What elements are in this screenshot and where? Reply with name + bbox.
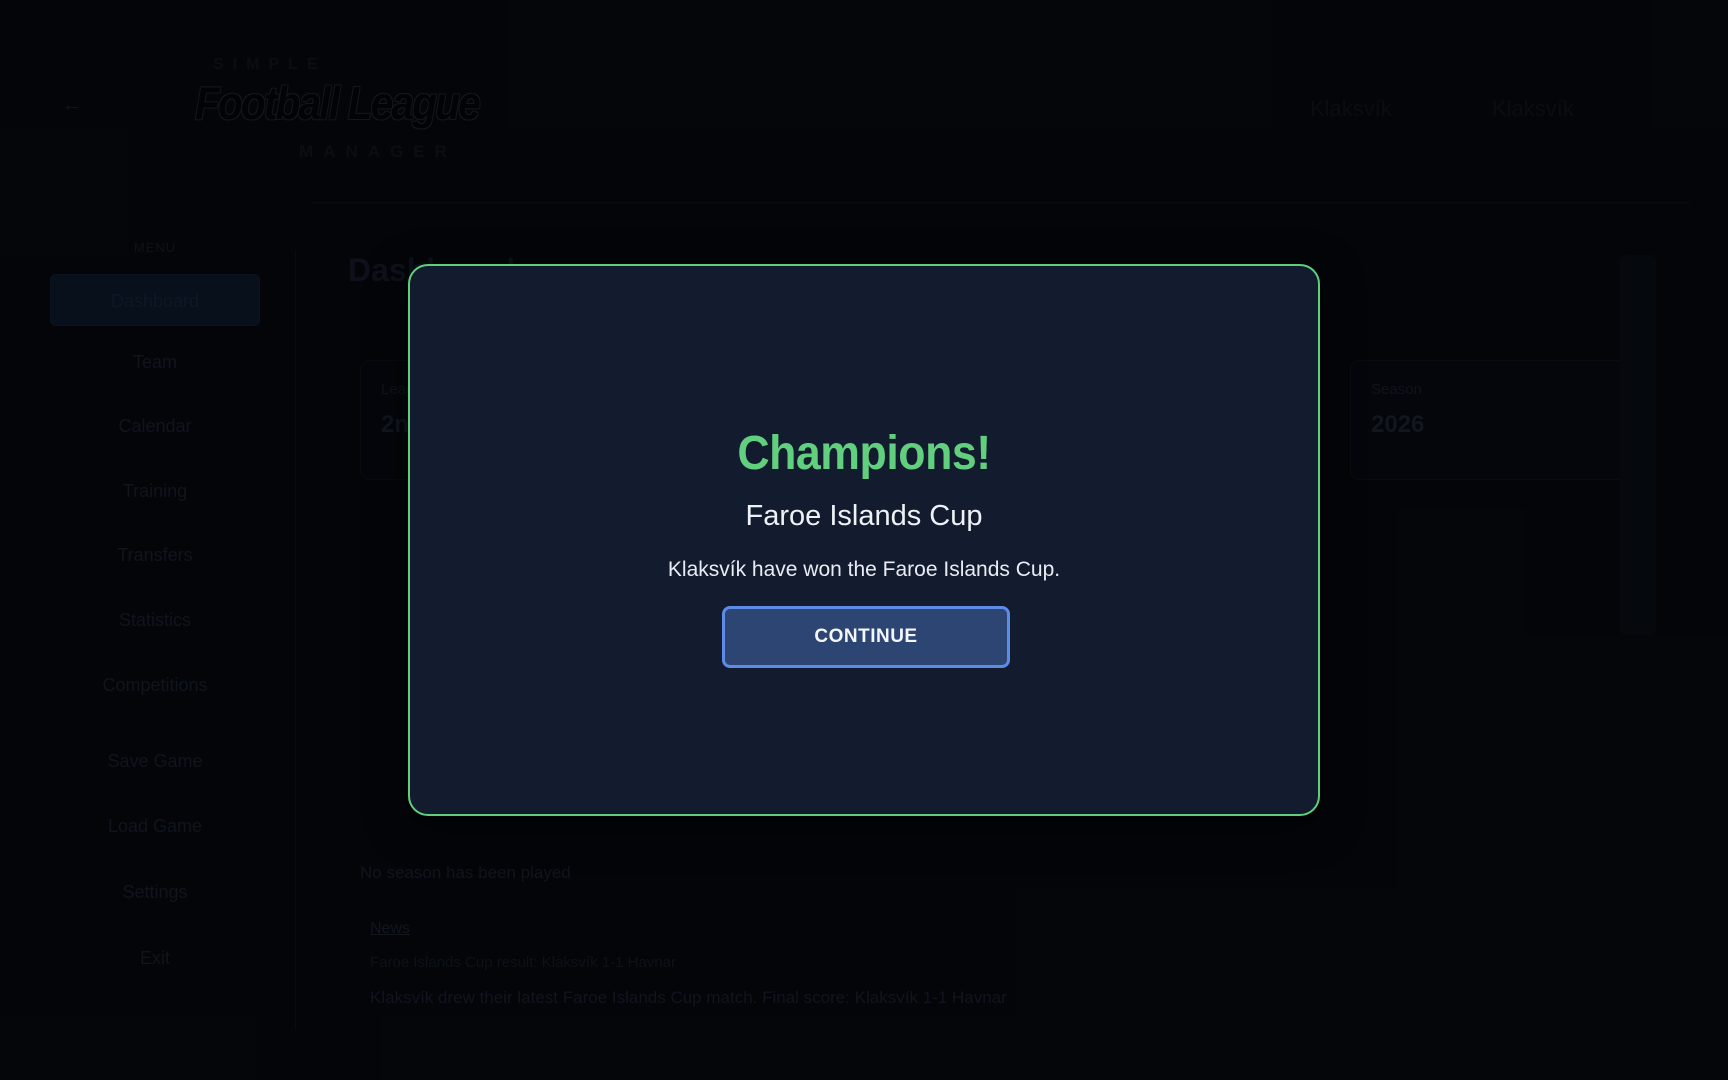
app-root: ← SIMPLE Football League MANAGER Klaksví… [0,0,1728,1080]
champions-dialog: Champions! Faroe Islands Cup Klaksvík ha… [408,264,1320,816]
dialog-message: Klaksvík have won the Faroe Islands Cup. [667,558,1061,581]
continue-button[interactable]: CONTINUE [722,606,1010,668]
dialog-title: Champions! [737,427,991,480]
dialog-competition-name: Faroe Islands Cup [745,500,983,532]
